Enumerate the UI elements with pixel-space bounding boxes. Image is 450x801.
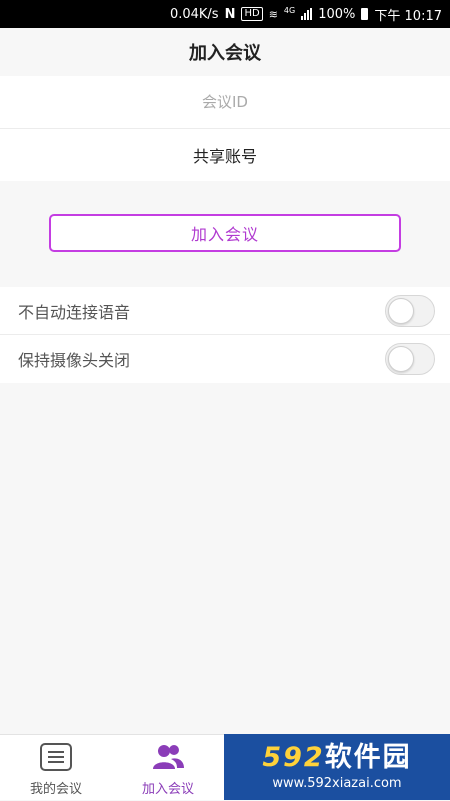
meeting-id-input[interactable] xyxy=(0,75,450,129)
tab-label: 加入会议 xyxy=(141,782,194,797)
nfc-icon: N xyxy=(224,6,236,22)
status-bar: 0.04K/s N HD ≋ 4G 100% 下午 10:17 xyxy=(0,0,450,28)
signal-icon xyxy=(301,8,313,20)
site-watermark: 592软件园 www.592xiazai.com xyxy=(224,734,450,800)
join-meeting-button[interactable]: 加入会议 xyxy=(49,214,401,252)
network-type: 4G xyxy=(283,6,296,15)
camera-toggle[interactable] xyxy=(385,343,435,375)
watermark-logo: 592软件园 xyxy=(262,741,412,773)
tab-my-meetings[interactable]: 我的会议 xyxy=(0,735,112,801)
setting-label-audio: 不自动连接语音 xyxy=(18,302,131,322)
audio-toggle[interactable] xyxy=(385,294,435,327)
watermark-url: www.592xiazai.com xyxy=(272,775,402,791)
network-speed: 0.04K/s xyxy=(169,6,219,22)
setting-label-camera: 保持摄像头关闭 xyxy=(18,351,131,370)
watermark-number: 592 xyxy=(262,741,325,773)
battery-icon xyxy=(361,8,369,20)
share-account-button[interactable]: 共享账号 xyxy=(0,129,450,181)
page-title: 加入会议 xyxy=(0,28,450,76)
toggle-knob xyxy=(388,297,414,324)
join-area: 加入会议 xyxy=(0,182,450,286)
setting-row-audio: 不自动连接语音 xyxy=(0,287,450,335)
setting-row-camera: 保持摄像头关闭 xyxy=(0,335,450,383)
tab-label: 我的会议 xyxy=(29,782,82,797)
watermark-name: 软件园 xyxy=(324,741,412,773)
wifi-icon: ≋ xyxy=(268,7,278,21)
toggle-knob xyxy=(388,346,414,372)
battery-level: 100% xyxy=(318,6,356,22)
hd-badge: HD xyxy=(241,7,263,21)
list-icon xyxy=(38,740,74,774)
meeting-id-row xyxy=(0,75,450,129)
tab-join-meeting[interactable]: 加入会议 xyxy=(112,735,224,801)
people-icon xyxy=(150,740,186,774)
clock: 下午 10:17 xyxy=(374,8,442,24)
